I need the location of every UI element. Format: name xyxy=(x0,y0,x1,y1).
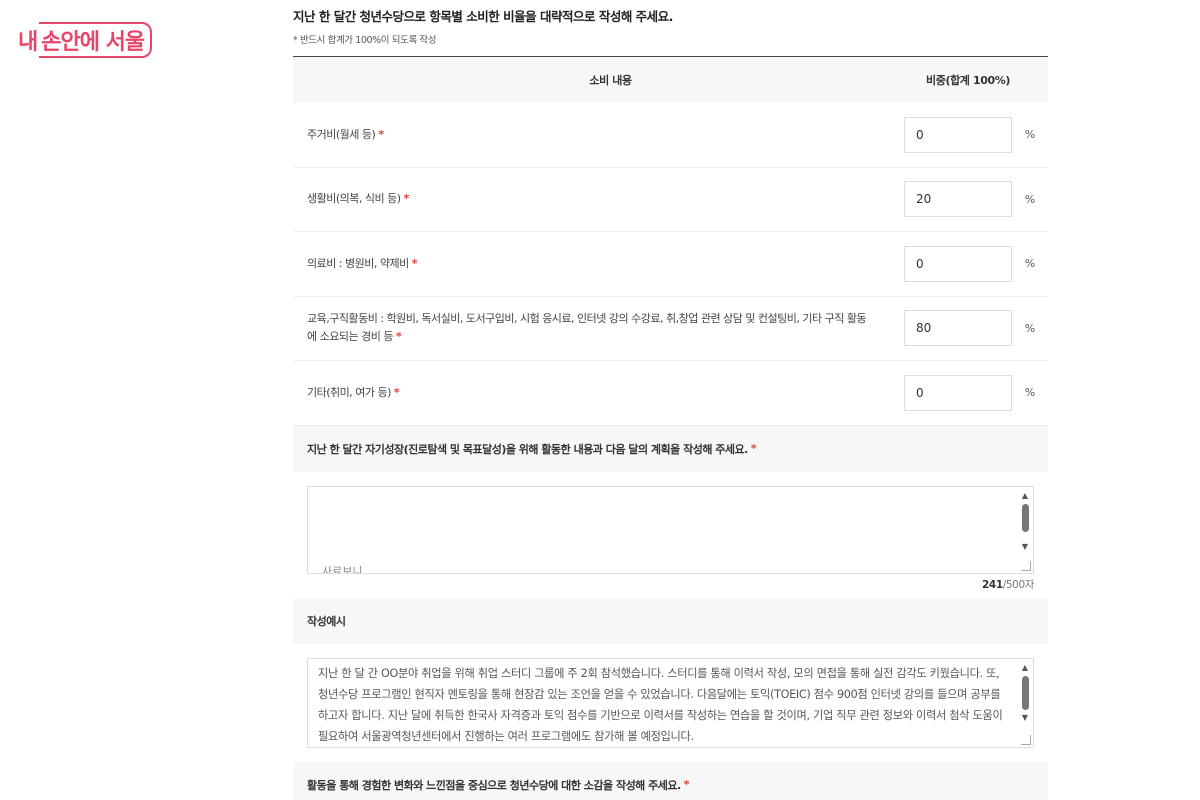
required-mark: * xyxy=(750,442,757,455)
question2-body: 사료보니 ▲ ▼ 241/500자 xyxy=(293,472,1048,598)
percent-unit: % xyxy=(1024,128,1036,142)
question1-title: 지난 한 달간 청년수당으로 항목별 소비한 비율을 대략적으로 작성해 주세요… xyxy=(293,9,673,24)
percent-unit: % xyxy=(1024,321,1036,335)
example-title: 작성예시 xyxy=(293,597,1048,644)
required-mark: * xyxy=(411,256,418,270)
question3-title: 활동을 통해 경험한 변화와 느낀점을 중심으로 청년수당에 대한 소감을 작성… xyxy=(293,761,1048,800)
spending-table: 소비 내용 비중(합계 100%) 주거비(월세 등) * 0 % 생활비(의복,… xyxy=(293,56,1048,426)
textarea-partial-text: 사료보니 xyxy=(322,564,363,574)
row-label: 기타(취미, 여가 등) * xyxy=(307,385,400,399)
question2-title: 지난 한 달간 자기성장(진로탐색 및 목표달성)을 위해 활동한 내용과 다음… xyxy=(293,425,1048,472)
table-row: 주거비(월세 등) * 0 % xyxy=(293,103,1048,168)
required-mark: * xyxy=(683,778,690,791)
logo-text-1: 내 xyxy=(18,30,38,55)
logo-text-2: 손안에 서울 xyxy=(39,22,153,58)
header-content: 소비 내용 xyxy=(589,74,632,87)
textarea-scrollbar[interactable]: ▲ ▼ xyxy=(1019,491,1031,559)
scroll-thumb[interactable] xyxy=(1021,503,1029,532)
example-text: 지난 한 달 간 OO분야 취업을 위해 취업 스터디 그룹에 주 2회 참석했… xyxy=(318,666,1003,743)
resize-grip-icon[interactable] xyxy=(1021,734,1031,745)
housing-ratio-input[interactable]: 0 xyxy=(904,116,1012,153)
table-row: 생활비(의복, 식비 등) * 20 % xyxy=(293,168,1048,232)
header-ratio: 비중(합계 100%) xyxy=(926,74,1010,87)
scroll-down-icon[interactable]: ▼ xyxy=(1019,713,1031,723)
table-row: 교육,구직활동비 : 학원비, 독서실비, 도서구입비, 시험 응시료, 인터넷… xyxy=(293,297,1048,361)
resize-grip-icon[interactable] xyxy=(1021,560,1031,571)
scroll-up-icon[interactable]: ▲ xyxy=(1019,491,1031,501)
example-scrollbar[interactable]: ▲ ▼ xyxy=(1019,663,1031,733)
education-ratio-input[interactable]: 80 xyxy=(904,310,1012,347)
required-mark: * xyxy=(403,192,410,206)
app-logo[interactable]: 내 손안에 서울 xyxy=(18,22,153,58)
row-label: 생활비(의복, 식비 등) * xyxy=(307,192,410,206)
table-row: 의료비 : 병원비, 약제비 * 0 % xyxy=(293,232,1048,297)
etc-ratio-input[interactable]: 0 xyxy=(904,374,1012,411)
percent-unit: % xyxy=(1024,257,1036,271)
scroll-down-icon[interactable]: ▼ xyxy=(1019,542,1031,552)
percent-unit: % xyxy=(1024,386,1036,400)
percent-unit: % xyxy=(1024,192,1036,206)
survey-form: 지난 한 달간 청년수당으로 항목별 소비한 비율을 대략적으로 작성해 주세요… xyxy=(293,0,1048,800)
example-body: 지난 한 달 간 OO분야 취업을 위해 취업 스터디 그룹에 주 2회 참석했… xyxy=(293,644,1048,758)
living-ratio-input[interactable]: 20 xyxy=(904,181,1012,218)
table-header: 소비 내용 비중(합계 100%) xyxy=(293,57,1048,103)
char-counter: 241/500자 xyxy=(982,578,1034,591)
growth-activity-textarea[interactable]: 사료보니 ▲ ▼ xyxy=(307,485,1034,574)
scroll-up-icon[interactable]: ▲ xyxy=(1019,663,1031,673)
question1-note: * 반드시 합계가 100%이 되도록 작성 xyxy=(293,35,437,46)
example-textarea[interactable]: 지난 한 달 간 OO분야 취업을 위해 취업 스터디 그룹에 주 2회 참석했… xyxy=(307,657,1034,748)
required-mark: * xyxy=(393,385,400,399)
medical-ratio-input[interactable]: 0 xyxy=(904,245,1012,282)
row-label: 주거비(월세 등) * xyxy=(307,127,384,141)
required-mark: * xyxy=(378,127,384,141)
table-row: 기타(취미, 여가 등) * 0 % xyxy=(293,361,1048,426)
required-mark: * xyxy=(395,330,402,344)
row-label: 교육,구직활동비 : 학원비, 독서실비, 도서구입비, 시험 응시료, 인터넷… xyxy=(307,312,867,344)
scroll-thumb[interactable] xyxy=(1021,675,1029,710)
row-label: 의료비 : 병원비, 약제비 * xyxy=(307,256,418,270)
